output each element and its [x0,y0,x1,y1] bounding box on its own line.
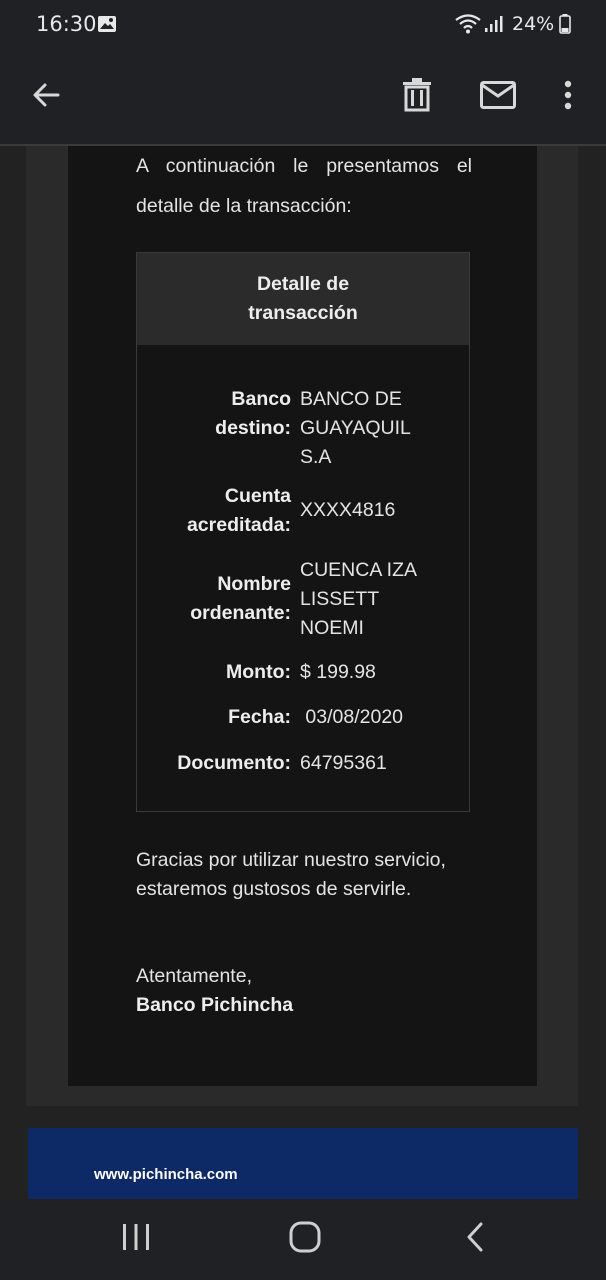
battery-icon [559,14,571,39]
label-document: Documento: [177,752,291,774]
system-nav-bar [0,1199,606,1280]
footer-banner: www.pichincha.com [28,1128,578,1199]
email-body[interactable]: A continuación le presentamos el detalle… [0,146,606,1199]
label-credited-account: Cuenta acreditada: [186,485,291,536]
label-date: Fecha: [228,706,291,728]
signal-icon [484,14,504,39]
home-icon [289,1221,321,1258]
back-button[interactable] [16,50,76,144]
recent-apps-button[interactable] [91,1199,181,1280]
label-bank-destination: Banco destino: [215,388,291,439]
home-button[interactable] [260,1199,350,1280]
app-bar [0,50,606,146]
status-time: 16:30 [36,12,97,36]
more-vert-icon [563,80,573,115]
status-bar: 16:30 24% [0,0,606,50]
label-payer-name: Nombre ordenante: [190,573,291,624]
delete-icon [402,77,432,117]
value-credited-account: XXXX4816 [300,499,396,521]
value-amount: $ 199.98 [300,661,376,683]
mail-icon [480,80,516,114]
nav-back-button[interactable] [430,1199,520,1280]
mark-unread-button[interactable] [468,50,528,144]
website-link[interactable]: www.pichincha.com [94,1166,238,1183]
image-notification-icon [97,15,117,38]
label-amount: Monto: [226,661,291,683]
table-header: Detalle de transacción [137,253,469,345]
back-icon [465,1222,485,1257]
more-options-button[interactable] [538,50,598,144]
thanks-text: Gracias por utilizar nuestro servicio, e… [136,849,446,900]
recent-apps-icon [121,1223,151,1256]
wifi-icon [455,14,481,39]
intro-text: A continuación le presentamos el detalle… [136,155,472,217]
closing-text: Atentamente, [136,965,252,987]
back-arrow-icon [30,79,62,116]
battery-percent: 24% [512,13,555,35]
value-payer-name: CUENCA IZA LISSETT NOEMI [300,559,416,639]
delete-button[interactable] [387,50,447,144]
signature-text: Banco Pichincha [136,994,294,1016]
value-document: 64795361 [300,752,387,774]
value-date: 03/08/2020 [300,706,404,728]
value-bank-destination: BANCO DE GUAYAQUIL S.A [300,388,411,468]
transaction-table: Detalle de transacción Banco destino: BA… [136,252,470,812]
